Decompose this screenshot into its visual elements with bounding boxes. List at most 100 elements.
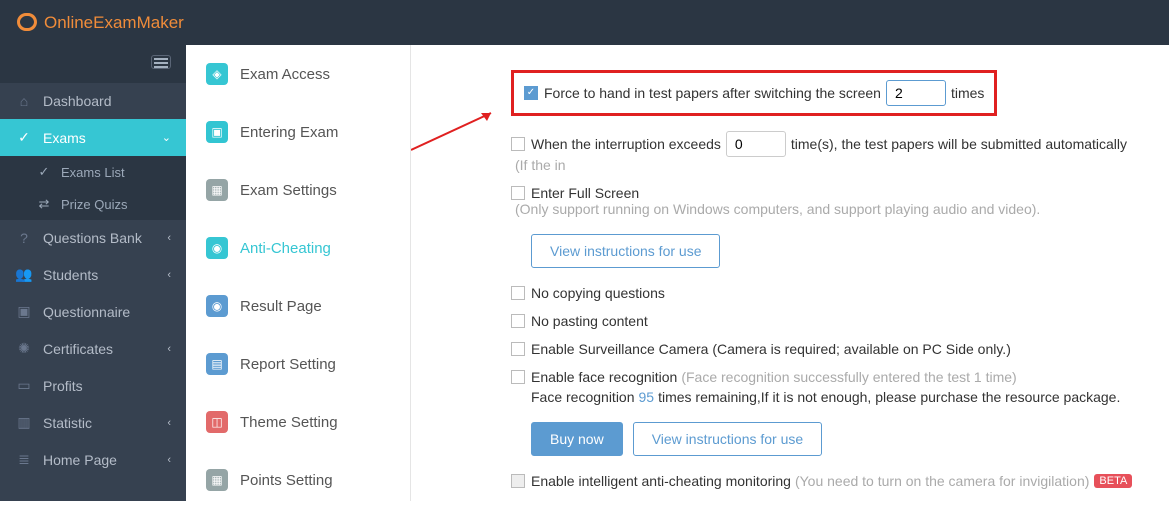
tab-label: Result Page — [240, 298, 322, 315]
tab-label: Anti-Cheating — [240, 240, 331, 257]
face-rec-remaining-pre: Face recognition — [531, 389, 635, 405]
tab-label: Exam Settings — [240, 182, 337, 199]
subitem-label: Exams List — [61, 165, 125, 180]
shuffle-icon: ⇄ — [35, 196, 53, 212]
active-indicator — [186, 128, 198, 148]
checkbox-intelligent[interactable] — [511, 474, 525, 488]
sidebar-label: Home Page — [43, 452, 117, 468]
sidebar-item-questionnaire[interactable]: ▣ Questionnaire — [0, 293, 186, 330]
label-intelligent: Enable intelligent anti-cheating monitor… — [531, 473, 791, 489]
sidebar-item-students[interactable]: 👥 Students ‹ — [0, 256, 186, 293]
sidebar-subitem-exams-list[interactable]: ✓ Exams List — [0, 156, 186, 188]
highlight-box: Force to hand in test papers after switc… — [511, 70, 997, 116]
chevron-left-icon: ‹ — [167, 269, 171, 281]
tab-points-setting[interactable]: ▦ Points Setting — [186, 451, 410, 509]
tab-exam-access[interactable]: ◈ Exam Access — [186, 45, 410, 103]
eye-icon: ◉ — [206, 237, 228, 259]
logo-icon — [15, 11, 39, 35]
label-no-copy: No copying questions — [531, 285, 665, 301]
sidebar-item-dashboard[interactable]: ⌂ Dashboard — [0, 83, 186, 119]
hint-interruption: (If the in — [515, 157, 566, 173]
shield-icon: ◈ — [206, 63, 228, 85]
app-header: OnlineExamMaker — [0, 0, 1169, 45]
card-icon: ▭ — [15, 377, 33, 394]
red-arrow-annotation — [411, 105, 501, 155]
tab-result-page[interactable]: ◉ Result Page — [186, 277, 410, 335]
subitem-label: Prize Quizs — [61, 197, 127, 212]
sidebar-left: ⌂ Dashboard ✓ Exams ⌄ ✓ Exams List ⇄ Pri… — [0, 45, 186, 501]
sidebar-item-questions-bank[interactable]: ? Questions Bank ‹ — [0, 220, 186, 256]
label-interruption-pre: When the interruption exceeds — [531, 136, 721, 152]
users-icon: 👥 — [15, 266, 33, 283]
tab-label: Points Setting — [240, 472, 333, 489]
input-force-hand-in-times[interactable] — [886, 80, 946, 106]
label-no-paste: No pasting content — [531, 313, 648, 329]
view-instructions-button[interactable]: View instructions for use — [531, 234, 720, 268]
chevron-down-icon: ⌄ — [162, 131, 171, 144]
tab-label: Theme Setting — [240, 414, 338, 431]
report-icon: ▤ — [206, 353, 228, 375]
tab-entering-exam[interactable]: ▣ Entering Exam — [186, 103, 410, 161]
logo[interactable]: OnlineExamMaker — [15, 11, 184, 35]
view-instructions-button-2[interactable]: View instructions for use — [633, 422, 822, 456]
hint-face-rec: (Face recognition successfully entered t… — [681, 369, 1016, 385]
tab-theme-setting[interactable]: ◫ Theme Setting — [186, 393, 410, 451]
sidebar-item-profits[interactable]: ▭ Profits — [0, 367, 186, 404]
label-face-rec: Enable face recognition — [531, 369, 677, 385]
calc-icon: ▦ — [206, 469, 228, 491]
check-icon: ✓ — [35, 164, 53, 180]
checkbox-interruption[interactable] — [511, 137, 525, 151]
input-interruption-times[interactable] — [726, 131, 786, 157]
checkbox-no-paste[interactable] — [511, 314, 525, 328]
buy-now-button[interactable]: Buy now — [531, 422, 623, 456]
label-interruption-post: time(s), the test papers will be submitt… — [791, 136, 1127, 152]
checkbox-surveillance[interactable] — [511, 342, 525, 356]
sidebar-label: Statistic — [43, 415, 92, 431]
home-icon: ⌂ — [15, 93, 33, 109]
beta-badge: BETA — [1094, 474, 1132, 488]
sidebar-toggle[interactable] — [0, 45, 186, 83]
label-full-screen: Enter Full Screen — [531, 185, 639, 201]
chart-icon: ▥ — [15, 414, 33, 431]
home-icon: ≣ — [15, 451, 33, 468]
checkbox-full-screen[interactable] — [511, 186, 525, 200]
eye-icon: ◉ — [206, 295, 228, 317]
sidebar-item-exams[interactable]: ✓ Exams ⌄ — [0, 119, 186, 156]
hint-full-screen: (Only support running on Windows compute… — [515, 201, 1040, 217]
face-rec-remaining-post: times remaining,If it is not enough, ple… — [658, 389, 1120, 405]
sidebar-label: Students — [43, 267, 98, 283]
tab-label: Exam Access — [240, 66, 330, 83]
tab-label: Entering Exam — [240, 124, 338, 141]
chevron-left-icon: ‹ — [167, 417, 171, 429]
gear-icon: ✺ — [15, 340, 33, 357]
check-circle-icon: ✓ — [15, 129, 33, 146]
sidebar-item-home-page[interactable]: ≣ Home Page ‹ — [0, 441, 186, 478]
tab-report-setting[interactable]: ▤ Report Setting — [186, 335, 410, 393]
label-surveillance: Enable Surveillance Camera (Camera is re… — [531, 341, 1011, 357]
sidebar-item-statistic[interactable]: ▥ Statistic ‹ — [0, 404, 186, 441]
question-icon: ? — [15, 230, 33, 246]
checkbox-face-rec[interactable] — [511, 370, 525, 384]
sidebar-label: Profits — [43, 378, 83, 394]
sidebar-label: Questionnaire — [43, 304, 130, 320]
tab-exam-settings[interactable]: ▦ Exam Settings — [186, 161, 410, 219]
tab-anti-cheating[interactable]: ◉ Anti-Cheating — [186, 219, 410, 277]
sidebar-label: Certificates — [43, 341, 113, 357]
settings-tabs-panel: ◈ Exam Access ▣ Entering Exam ▦ Exam Set… — [186, 45, 411, 501]
sidebar-subitem-prize-quizs[interactable]: ⇄ Prize Quizs — [0, 188, 186, 220]
chevron-left-icon: ‹ — [167, 232, 171, 244]
checkbox-no-copy[interactable] — [511, 286, 525, 300]
label-force-hand-in-pre: Force to hand in test papers after switc… — [544, 85, 881, 101]
hamburger-icon — [151, 55, 171, 69]
checkbox-force-hand-in[interactable] — [524, 86, 538, 100]
grid-icon: ▦ — [206, 179, 228, 201]
content-area: Force to hand in test papers after switc… — [411, 45, 1169, 501]
label-force-hand-in-post: times — [951, 85, 984, 101]
chevron-left-icon: ‹ — [167, 343, 171, 355]
face-rec-remaining-count: 95 — [639, 389, 655, 405]
door-icon: ▣ — [206, 121, 228, 143]
sidebar-label: Exams — [43, 130, 86, 146]
sidebar-label: Questions Bank — [43, 230, 142, 246]
sidebar-label: Dashboard — [43, 93, 112, 109]
sidebar-item-certificates[interactable]: ✺ Certificates ‹ — [0, 330, 186, 367]
